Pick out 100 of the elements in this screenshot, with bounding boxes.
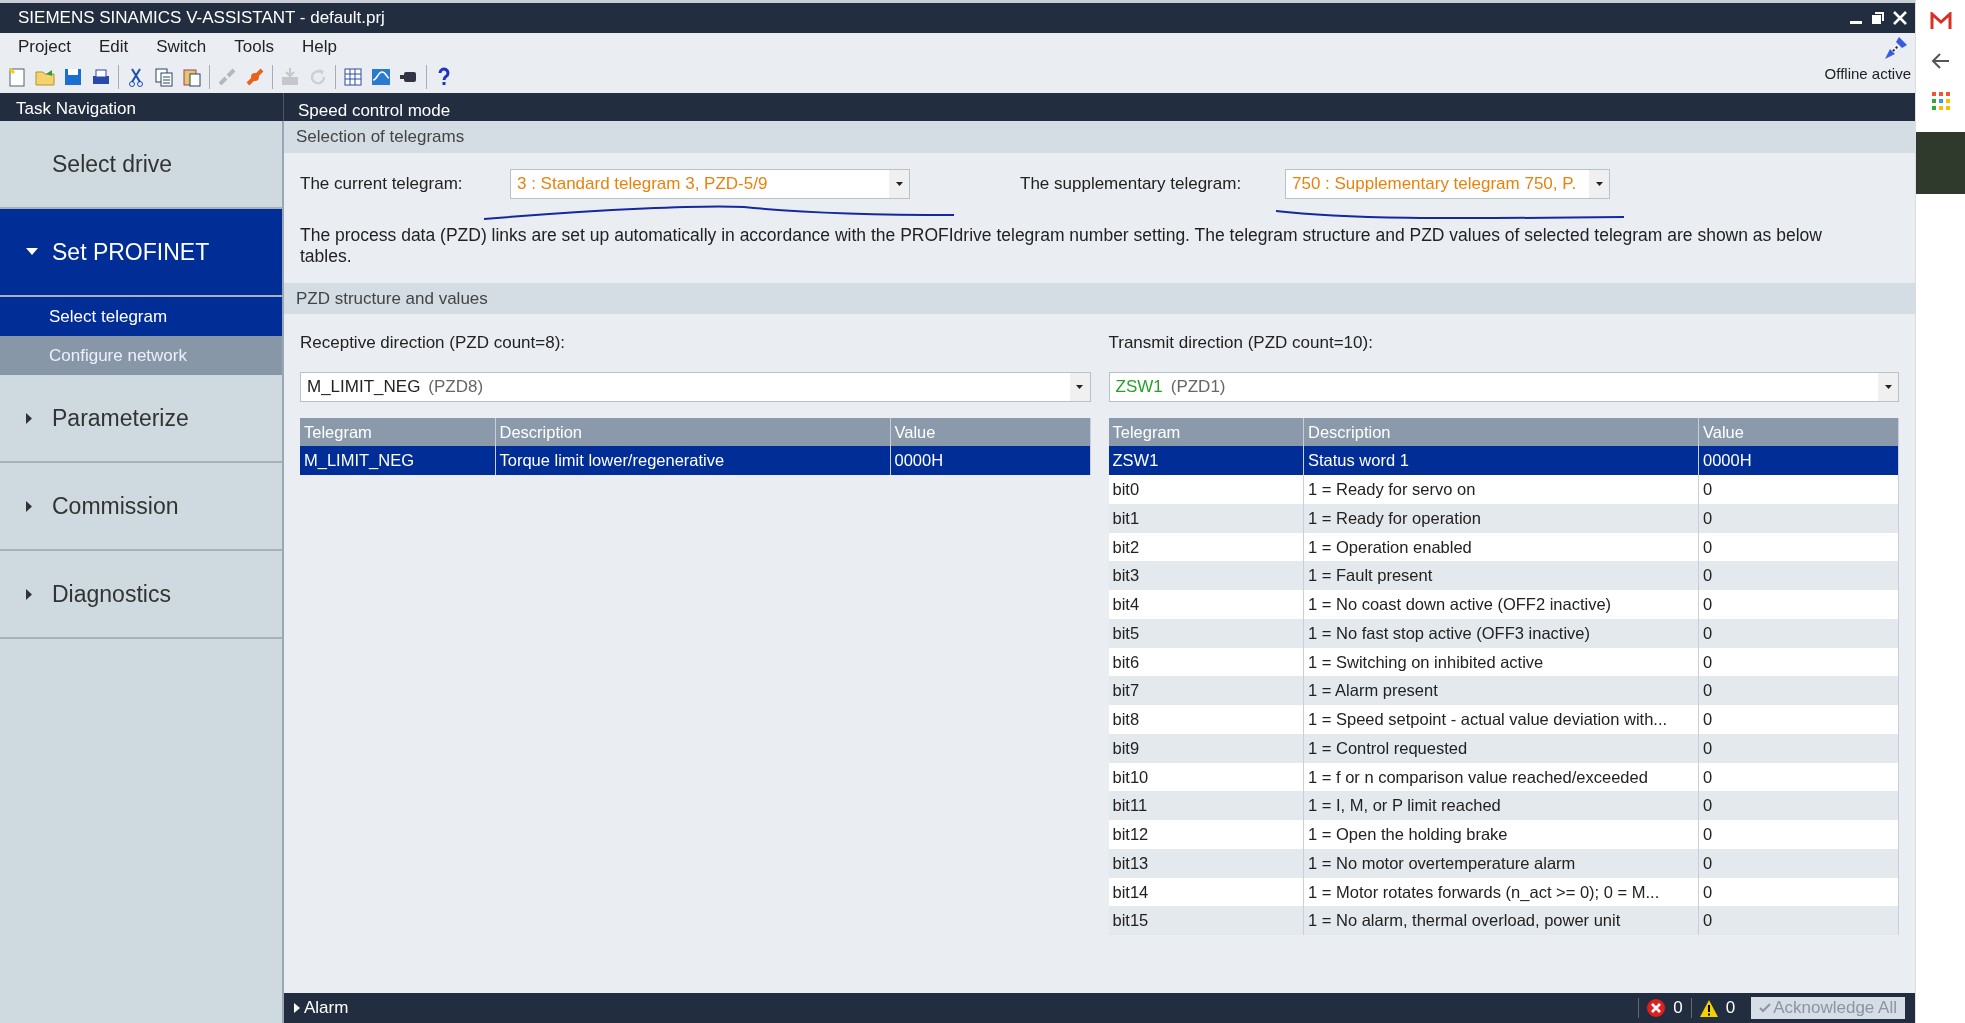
table-row[interactable]: ZSW1 Status word 1 0000H	[1108, 446, 1899, 475]
table-cell: bit14	[1108, 877, 1304, 907]
table-cell: 1 = I, M, or P limit reached	[1303, 791, 1699, 820]
clipboard-icon[interactable]	[181, 66, 203, 88]
signal-dropdown[interactable]: ZSW1 (PZD1)	[1108, 371, 1899, 402]
table-cell: 1 = No coast down active (OFF2 inactive)	[1303, 590, 1699, 619]
dropdown-caret-icon[interactable]	[1589, 169, 1609, 198]
close-icon[interactable]	[1893, 11, 1907, 25]
table-cell: 0	[1698, 848, 1899, 878]
column-header: Value	[1698, 417, 1899, 447]
table-row[interactable]: bit14 1 = Motor rotates forwards (n_act >= 0); 0 = M... 0	[1108, 877, 1899, 907]
table-cell: 1 = Operation enabled	[1303, 532, 1699, 562]
table-cell: bit6	[1108, 647, 1304, 677]
table-cell: bit8	[1108, 705, 1304, 734]
nav-item[interactable]: Diagnostics	[0, 551, 282, 639]
table-row[interactable]: bit6 1 = Switching on inhibited active 0	[1108, 647, 1899, 677]
table-cell: 1 = Motor rotates forwards (n_act >= 0); 0 = M...	[1303, 877, 1699, 907]
restore-icon[interactable]	[1871, 11, 1885, 25]
back-arrow-icon[interactable]	[1930, 52, 1951, 70]
copy-icon[interactable]	[153, 66, 175, 88]
column-header: Telegram	[1108, 417, 1304, 447]
apps-grid-icon[interactable]	[1931, 92, 1950, 110]
table-row[interactable]: bit7 1 = Alarm present 0	[1108, 676, 1899, 705]
save-icon[interactable]	[62, 66, 84, 88]
nav-subitem[interactable]: Select telegram	[0, 297, 282, 336]
table-cell: 0	[1698, 676, 1899, 705]
caret-right-icon	[294, 1003, 300, 1013]
menu-item[interactable]: Project	[4, 34, 85, 60]
table-row[interactable]: bit8 1 = Speed setpoint - actual value deviation with... 0	[1108, 705, 1899, 734]
table-cell: 1 = Speed setpoint - actual value deviation with...	[1303, 705, 1699, 734]
table-cell: bit7	[1108, 676, 1304, 705]
field-label: The supplementary telegram:	[1020, 172, 1243, 195]
table-cell: 1 = Ready for servo on	[1303, 475, 1699, 504]
menu-item[interactable]: Edit	[84, 34, 143, 60]
nav-item[interactable]: Set PROFINET	[0, 209, 282, 297]
error-icon	[1647, 999, 1666, 1017]
table-cell: 1 = Ready for operation	[1303, 503, 1699, 533]
table-cell: bit12	[1108, 820, 1304, 849]
table-row[interactable]: bit10 1 = f or n comparison value reached/exceeded 0	[1108, 762, 1899, 792]
table-row[interactable]: bit13 1 = No motor overtemperature alarm 0	[1108, 848, 1899, 878]
plug-icon[interactable]	[244, 66, 266, 88]
table-cell: 1 = Fault present	[1303, 561, 1699, 590]
nav-item[interactable]: Parameterize	[0, 375, 282, 463]
dropdown-caret-icon[interactable]	[1069, 372, 1090, 401]
table-cell: 1 = No fast stop active (OFF3 inactive)	[1303, 618, 1699, 648]
table-row[interactable]: bit12 1 = Open the holding brake 0	[1108, 820, 1899, 849]
table-cell: bit9	[1108, 733, 1304, 763]
dropdown-caret-icon[interactable]	[889, 169, 909, 198]
table-cell: bit10	[1108, 762, 1304, 792]
signal-dropdown[interactable]: M_LIMIT_NEG (PZD8)	[300, 371, 1091, 402]
section-title: PZD structure and values	[284, 282, 1915, 314]
table-row[interactable]: bit2 1 = Operation enabled 0	[1108, 532, 1899, 562]
table-cell: Torque limit lower/regenerative	[495, 446, 890, 475]
table-cell: 0	[1698, 618, 1899, 648]
description-text: The process data (PZD) links are set up automatically in accordance with the PROFIdrive telegram number setting. The telegram structure and PZD values of selected telegram are shown as below tables.	[300, 224, 1823, 268]
table-cell: bit0	[1108, 475, 1304, 504]
caret-down-icon	[26, 248, 38, 256]
table-cell: 0	[1698, 733, 1899, 763]
table-row[interactable]: bit5 1 = No fast stop active (OFF3 inactive) 0	[1108, 618, 1899, 648]
table-row[interactable]: bit1 1 = Ready for operation 0	[1108, 503, 1899, 533]
table-row[interactable]: M_LIMIT_NEG Torque limit lower/regenerative 0000H	[300, 446, 1090, 475]
menu-item[interactable]: Help	[288, 34, 351, 60]
thumbnail-placeholder	[1915, 132, 1965, 194]
table-row[interactable]: bit4 1 = No coast down active (OFF2 inactive) 0	[1108, 590, 1899, 619]
check-icon	[1759, 1003, 1772, 1013]
table-cell: 0	[1698, 532, 1899, 562]
menu-item[interactable]: Switch	[142, 34, 221, 60]
alarm-toggle[interactable]: Alarm	[294, 995, 349, 1021]
table-cell: Status word 1	[1303, 446, 1699, 475]
chart-icon[interactable]	[370, 66, 392, 88]
table-cell: bit15	[1108, 906, 1304, 935]
table-row[interactable]: bit11 1 = I, M, or P limit reached 0	[1108, 791, 1899, 820]
table-row[interactable]: bit9 1 = Control requested 0	[1108, 733, 1899, 763]
column-header: Telegram	[300, 417, 495, 447]
table-cell: ZSW1	[1108, 446, 1304, 475]
dropdown-caret-icon[interactable]	[1878, 372, 1898, 401]
table-cell: 0	[1698, 475, 1899, 504]
table-cell: bit1	[1108, 503, 1304, 533]
table-row[interactable]: bit3 1 = Fault present 0	[1108, 561, 1899, 590]
table-cell: 0	[1698, 590, 1899, 619]
caret-right-icon	[26, 500, 33, 512]
table-cell: 0	[1698, 877, 1899, 907]
mail-icon[interactable]	[1929, 12, 1952, 30]
table-cell: bit5	[1108, 618, 1304, 648]
window-title: SIEMENS SINAMICS V-ASSISTANT - default.prj	[18, 7, 385, 30]
table-row[interactable]: bit15 1 = No alarm, thermal overload, power unit 0	[1108, 906, 1899, 935]
table-cell: 0	[1698, 791, 1899, 820]
table-cell: 0	[1698, 762, 1899, 792]
page-title: Speed control mode	[297, 100, 452, 121]
table-cell: 1 = No motor overtemperature alarm	[1303, 848, 1699, 878]
menu-item[interactable]: Tools	[220, 34, 288, 60]
table-cell: bit3	[1108, 561, 1304, 590]
field-label: Receptive direction (PZD count=8):	[300, 332, 567, 354]
nav-item[interactable]: Commission	[0, 463, 282, 551]
table-cell: bit2	[1108, 532, 1304, 562]
table-cell: bit4	[1108, 590, 1304, 619]
table-cell: M_LIMIT_NEG	[300, 446, 495, 475]
table-cell: 0000H	[1698, 446, 1899, 475]
grid-icon[interactable]	[342, 66, 364, 88]
table-row[interactable]: bit0 1 = Ready for servo on 0	[1108, 475, 1899, 504]
